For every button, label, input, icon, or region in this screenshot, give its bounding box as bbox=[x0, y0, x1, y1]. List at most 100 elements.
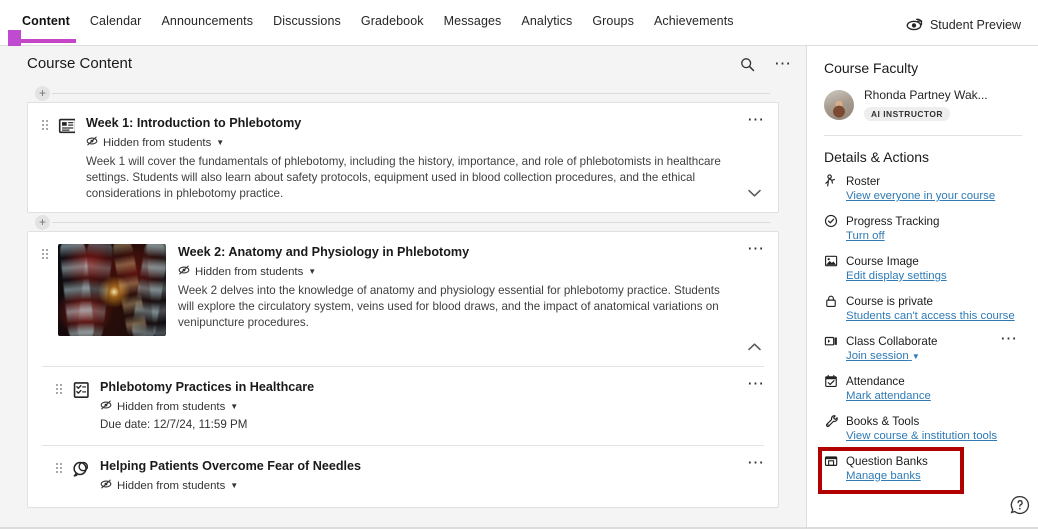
sidebar-item-course-image[interactable]: Course Image Edit display settings bbox=[824, 254, 1022, 284]
chevron-down-icon: ▼ bbox=[308, 267, 317, 276]
visibility-toggle[interactable]: Hidden from students ▼ bbox=[86, 135, 724, 150]
drag-handle-icon[interactable] bbox=[56, 458, 65, 493]
hidden-eye-icon bbox=[100, 479, 112, 489]
due-date: Due date: 12/7/24, 11:59 PM bbox=[100, 418, 248, 431]
student-preview-icon bbox=[905, 18, 923, 32]
visibility-toggle[interactable]: Hidden from students ▼ bbox=[100, 399, 724, 414]
course-content-page: Content Calendar Announcements Discussions G… bbox=[0, 0, 1038, 529]
sidebar-item-more-options-icon[interactable]: ⋯ bbox=[1000, 330, 1018, 347]
list-item-more-options-icon[interactable]: ⋯ bbox=[747, 375, 765, 392]
list-item[interactable]: Phlebotomy Practices in Healthcare Hidde… bbox=[28, 367, 778, 445]
faculty-entry[interactable]: Rhonda Partney Wak... AI INSTRUCTOR bbox=[824, 88, 1022, 122]
sidebar-item-question-banks[interactable]: Question Banks Manage banks bbox=[818, 447, 1022, 494]
sidebar-item-link[interactable]: Manage banks bbox=[846, 469, 1022, 484]
sidebar-item-progress-tracking[interactable]: Progress Tracking Turn off bbox=[824, 214, 1022, 244]
drag-handle-icon[interactable] bbox=[42, 244, 51, 336]
sidebar-content: Course Faculty Rhonda Partney Wak... AI … bbox=[807, 46, 1038, 494]
list-item-more-options-icon[interactable]: ⋯ bbox=[747, 454, 765, 471]
list-item-body: Helping Patients Overcome Fear of Needle… bbox=[100, 458, 764, 493]
list-item-body: Week 2: Anatomy and Physiology in Phlebo… bbox=[178, 244, 764, 336]
sidebar-item-link[interactable]: Edit display settings bbox=[846, 269, 1022, 284]
sidebar-item-class-collaborate[interactable]: Class Collaborate Join session ▼ ⋯ bbox=[824, 330, 1022, 364]
tab-achievements[interactable]: Achievements bbox=[654, 14, 734, 40]
list-item-description: Week 2 delves into the knowledge of anat… bbox=[178, 284, 720, 329]
list-item-title: Week 2: Anatomy and Physiology in Phlebo… bbox=[178, 245, 470, 259]
content-more-options-icon[interactable]: ⋯ bbox=[774, 55, 792, 72]
sidebar-item-link-label: Turn off bbox=[846, 230, 885, 242]
content-header: Course Content ⋯ bbox=[0, 46, 806, 84]
tab-messages[interactable]: Messages bbox=[444, 14, 502, 40]
chevron-down-icon[interactable] bbox=[746, 186, 763, 204]
sidebar-item-link[interactable]: Mark attendance bbox=[846, 389, 1022, 404]
sidebar-item-link[interactable]: View everyone in your course bbox=[846, 189, 1022, 204]
search-icon[interactable] bbox=[738, 55, 756, 73]
sidebar-item-header: Course is private bbox=[824, 294, 1022, 308]
hidden-eye-icon bbox=[178, 265, 190, 275]
sidebar-item-label: Progress Tracking bbox=[846, 214, 940, 228]
list-item-title: Helping Patients Overcome Fear of Needle… bbox=[100, 459, 362, 473]
sidebar-item-link-label: Students can't access this course bbox=[846, 310, 1015, 322]
sidebar-item-link-label: Join session bbox=[846, 350, 909, 362]
roster-person-icon bbox=[825, 174, 836, 187]
active-tab-indicator bbox=[20, 39, 76, 43]
sidebar-item-link[interactable]: Join session ▼ bbox=[846, 349, 1022, 364]
list-item[interactable]: Week 2: Anatomy and Physiology in Phlebo… bbox=[28, 232, 778, 366]
sidebar-item-link-label: View everyone in your course bbox=[846, 190, 996, 202]
divider bbox=[52, 93, 770, 94]
sidebar-item-attendance[interactable]: Attendance Mark attendance bbox=[824, 374, 1022, 404]
course-details-sidebar: Course Faculty Rhonda Partney Wak... AI … bbox=[806, 46, 1038, 529]
faculty-info: Rhonda Partney Wak... AI INSTRUCTOR bbox=[864, 88, 988, 122]
sidebar-item-roster[interactable]: Roster View everyone in your course bbox=[824, 174, 1022, 204]
hidden-eye-icon bbox=[100, 400, 112, 410]
add-content-row: + bbox=[26, 84, 780, 102]
drag-handle-icon[interactable] bbox=[56, 379, 65, 431]
module-document-icon bbox=[58, 118, 75, 134]
visibility-toggle[interactable]: Hidden from students ▼ bbox=[178, 264, 724, 279]
tab-gradebook[interactable]: Gradebook bbox=[361, 14, 424, 40]
sidebar-item-header: Question Banks bbox=[824, 454, 1022, 468]
sidebar-item-link[interactable]: Students can't access this course bbox=[846, 309, 1022, 324]
tools-wrench-icon bbox=[824, 414, 838, 428]
chevron-down-icon: ▼ bbox=[230, 402, 239, 411]
avatar bbox=[824, 90, 854, 120]
drag-handle-icon[interactable] bbox=[42, 115, 51, 202]
tab-groups[interactable]: Groups bbox=[592, 14, 634, 40]
list-item-more-options-icon[interactable]: ⋯ bbox=[747, 240, 765, 257]
roster-person-icon bbox=[824, 174, 838, 188]
add-content-button[interactable]: + bbox=[35, 215, 50, 230]
tab-content[interactable]: Content bbox=[22, 14, 70, 40]
chevron-up-icon[interactable] bbox=[746, 340, 763, 358]
sidebar-item-link[interactable]: Turn off bbox=[846, 229, 1022, 244]
sidebar-item-books-tools[interactable]: Books & Tools View course & institution … bbox=[824, 414, 1022, 444]
hidden-eye-icon bbox=[100, 478, 112, 493]
student-preview-button[interactable]: Student Preview bbox=[905, 18, 1021, 32]
list-item-more-options-icon[interactable]: ⋯ bbox=[747, 111, 765, 128]
sidebar-item-course-is-private[interactable]: Course is private Students can't access … bbox=[824, 294, 1022, 324]
divider bbox=[52, 222, 770, 223]
add-content-button[interactable]: + bbox=[35, 86, 50, 101]
lock-icon bbox=[826, 295, 836, 307]
tab-analytics[interactable]: Analytics bbox=[521, 14, 572, 40]
tab-discussions[interactable]: Discussions bbox=[273, 14, 341, 40]
hidden-eye-icon bbox=[86, 135, 98, 150]
sidebar-item-label: Roster bbox=[846, 174, 881, 188]
question-bank-icon bbox=[824, 454, 838, 468]
lock-icon bbox=[824, 294, 838, 308]
list-item[interactable]: Week 1: Introduction to Phlebotomy Hidde… bbox=[28, 103, 778, 212]
sidebar-item-header: Roster bbox=[824, 174, 1022, 188]
course-thumbnail-image bbox=[58, 244, 166, 336]
details-actions-list: Roster View everyone in your course Prog… bbox=[818, 174, 1022, 494]
sidebar-item-label: Course Image bbox=[846, 254, 919, 268]
discussion-icon bbox=[72, 458, 92, 493]
list-item-body: Phlebotomy Practices in Healthcare Hidde… bbox=[100, 379, 764, 431]
sidebar-item-link[interactable]: View course & institution tools bbox=[846, 429, 1022, 444]
tab-calendar[interactable]: Calendar bbox=[90, 14, 142, 40]
sidebar-item-label: Question Banks bbox=[846, 454, 928, 468]
list-item[interactable]: Helping Patients Overcome Fear of Needle… bbox=[28, 446, 778, 507]
tab-announcements[interactable]: Announcements bbox=[161, 14, 253, 40]
visibility-toggle[interactable]: Hidden from students ▼ bbox=[100, 478, 724, 493]
course-image-icon bbox=[824, 254, 838, 268]
sidebar-item-link-label: Manage banks bbox=[846, 470, 921, 482]
help-question-icon[interactable] bbox=[1010, 495, 1030, 515]
sidebar-item-link-label: Edit display settings bbox=[846, 270, 947, 282]
